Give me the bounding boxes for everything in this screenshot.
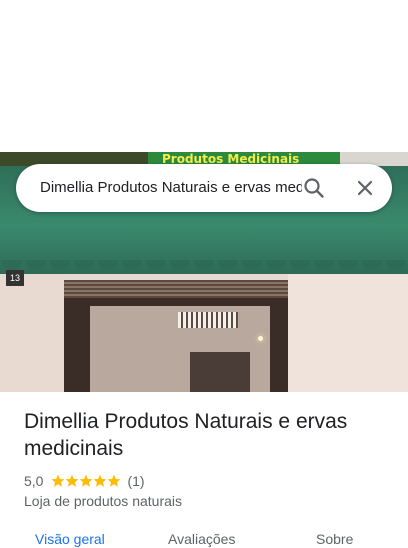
tab-overview[interactable]: Visão geral — [35, 530, 105, 548]
window-grill — [178, 312, 238, 328]
star-icon — [80, 474, 93, 487]
close-icon[interactable] — [353, 176, 377, 200]
search-input[interactable]: Dimellia Produtos Naturais e ervas medic… — [40, 164, 302, 212]
wall-right — [288, 274, 408, 392]
store-shelf — [190, 352, 250, 392]
wall-left — [0, 274, 64, 392]
star-icon — [52, 474, 65, 487]
star-icon — [108, 474, 121, 487]
wall-number-sign: 13 — [6, 270, 24, 286]
ceiling-lamp — [258, 336, 263, 341]
star-rating — [51, 474, 121, 488]
place-category[interactable]: Loja de produtos naturais — [24, 492, 182, 510]
tab-reviews[interactable]: Avaliações — [168, 530, 235, 548]
top-blank-area — [0, 0, 408, 152]
awning-fringe — [0, 260, 408, 270]
rolled-shutter — [64, 280, 288, 298]
search-bar[interactable]: Dimellia Produtos Naturais e ervas medic… — [16, 164, 392, 212]
place-title: Dimellia Produtos Naturais e ervas medic… — [24, 410, 348, 460]
tab-about[interactable]: Sobre — [316, 530, 353, 548]
rating-value: 5,0 — [24, 473, 44, 489]
search-icon[interactable] — [302, 176, 326, 200]
star-icon — [94, 474, 107, 487]
rating-row[interactable]: 5,0 (1) — [24, 472, 145, 490]
star-icon — [66, 474, 79, 487]
review-count[interactable]: (1) — [127, 472, 144, 490]
